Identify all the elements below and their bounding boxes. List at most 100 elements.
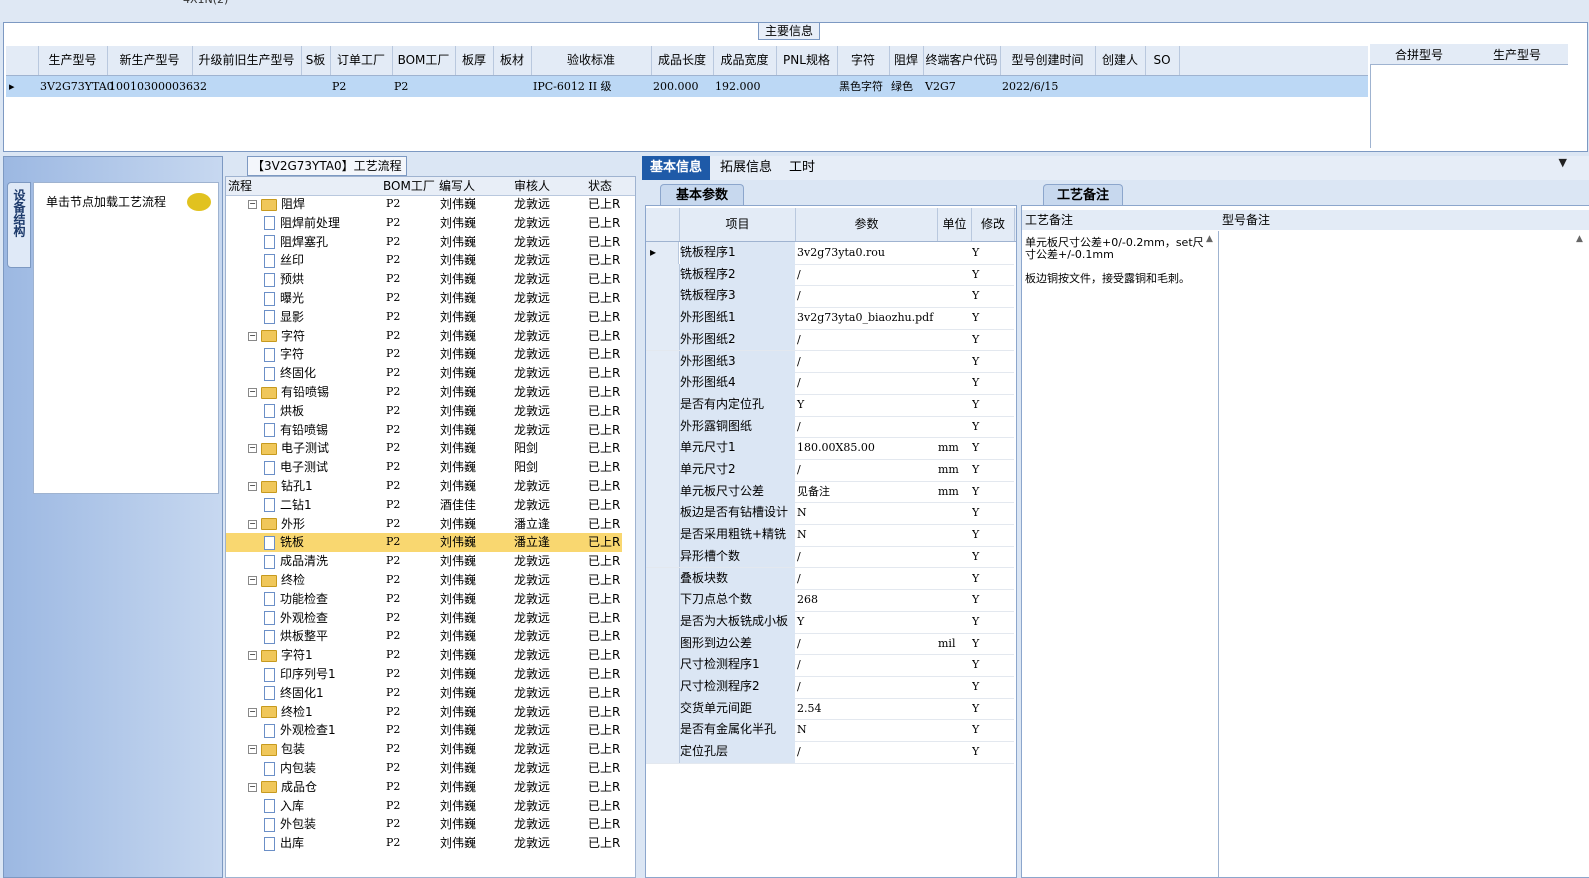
flow-col-header[interactable]: 审核人 xyxy=(514,177,588,195)
main-grid-cell[interactable]: P2 xyxy=(394,76,455,97)
flow-tree-node[interactable]: 电子测试 P2 刘伟巍 阳剑 已上R xyxy=(226,458,622,477)
collapse-toggle-icon[interactable]: − xyxy=(248,576,257,585)
flow-tree-node[interactable]: − 终检1 P2 刘伟巍 龙敦远 已上R xyxy=(226,703,622,722)
param-param-cell[interactable]: / xyxy=(796,741,937,763)
tab-extended-info[interactable]: 拓展信息 xyxy=(712,156,780,180)
main-col-header[interactable]: 成品长度 xyxy=(651,46,714,75)
param-param-cell[interactable]: / xyxy=(796,568,937,590)
param-row[interactable]: 单元尺寸1 180.00X85.00 mm Y xyxy=(646,437,1014,460)
flow-tree-node[interactable]: 成品清洗 P2 刘伟巍 龙敦远 已上R xyxy=(226,552,622,571)
device-structure-panel[interactable]: 单击节点加载工艺流程 xyxy=(33,182,219,494)
param-row[interactable]: 外形露铜图纸 / Y xyxy=(646,415,1014,439)
main-grid-cell[interactable] xyxy=(303,76,330,97)
flow-tree-node[interactable]: − 外形 P2 刘伟巍 潘立逢 已上R xyxy=(226,515,622,534)
flow-tree-node[interactable]: 外观检查 P2 刘伟巍 龙敦远 已上R xyxy=(226,609,622,628)
param-row[interactable]: 是否采用粗铣+精铣 N Y xyxy=(646,524,1014,547)
main-col-header[interactable]: 字符 xyxy=(837,46,890,75)
param-param-cell[interactable]: 180.00X85.00 xyxy=(796,437,937,459)
flow-tree-node[interactable]: 曝光 P2 刘伟巍 龙敦远 已上R xyxy=(226,289,622,308)
param-param-cell[interactable]: 268 xyxy=(796,589,937,611)
basic-params-panel[interactable]: 项目 参数 单位 修改 ▸ 铣板程序1 3v2g73yta0.rou Y 铣板程序2/Y… xyxy=(645,205,1017,878)
param-param-cell[interactable]: 2.54 xyxy=(796,698,937,720)
main-grid-cell[interactable]: 10010300003632 xyxy=(109,76,207,97)
param-param-cell[interactable]: Y xyxy=(796,394,937,416)
param-row[interactable]: 异形槽个数 / Y xyxy=(646,545,1014,569)
flow-tree-node[interactable]: 出库 P2 刘伟巍 龙敦远 已上R xyxy=(226,834,622,853)
param-param-cell[interactable]: 3v2g73yta0.rou xyxy=(796,242,937,264)
collapse-toggle-icon[interactable]: − xyxy=(248,519,257,529)
param-param-cell[interactable]: N xyxy=(796,502,937,524)
main-col-header[interactable]: 成品宽度 xyxy=(713,46,777,75)
collapse-toggle-icon[interactable]: − xyxy=(248,388,257,397)
param-row[interactable]: 外形图纸2/ Y xyxy=(646,328,1014,352)
flow-tree-node[interactable]: 丝印 P2 刘伟巍 龙敦远 已上R xyxy=(226,251,622,270)
main-grid-cell[interactable]: 3V2G73YTA0 xyxy=(40,76,114,97)
param-param-cell[interactable]: / xyxy=(796,264,937,286)
param-param-cell[interactable]: / xyxy=(796,546,937,568)
collapse-toggle-icon[interactable]: − xyxy=(248,745,257,755)
param-row[interactable]: 下刀点总个数 268 Y xyxy=(646,589,1014,612)
main-col-header[interactable]: 新生产型号 xyxy=(107,46,193,75)
main-grid-cell[interactable]: 黑色字符 xyxy=(839,76,889,97)
flow-tree-node[interactable]: − 成品仓 P2 刘伟巍 龙敦远 已上R xyxy=(226,778,622,797)
main-grid-row[interactable]: ▸ 3V2G73YTA0 10010300003632 P2 P2 IPC-6012 II… xyxy=(6,76,1368,97)
flow-tree-node[interactable]: 外观检查1 P2 刘伟巍 龙敦远 已上R xyxy=(226,721,622,740)
main-grid-cell[interactable]: V2G7 xyxy=(925,76,1000,97)
main-col-header[interactable]: 验收标准 xyxy=(531,46,652,75)
main-grid-cell[interactable] xyxy=(1147,76,1179,97)
param-row[interactable]: 是否有金属化半孔 N Y xyxy=(646,719,1014,743)
param-row[interactable]: 图形到边公差 / mil Y xyxy=(646,632,1014,656)
flow-tree-node[interactable]: 有铅喷锡 P2 刘伟巍 龙敦远 已上R xyxy=(226,421,622,440)
main-grid-cell[interactable] xyxy=(495,76,531,97)
model-notes-text-area[interactable]: ▲ xyxy=(1220,231,1588,877)
main-col-header[interactable]: 终端客户代码 xyxy=(923,46,1001,75)
collapse-toggle-icon[interactable]: − xyxy=(248,444,257,454)
main-col-header[interactable]: S板 xyxy=(301,46,331,75)
main-col-header[interactable]: 板材 xyxy=(493,46,532,75)
flow-tree-node[interactable]: 终固化 P2 刘伟巍 龙敦远 已上R xyxy=(226,364,622,383)
flow-tree-node[interactable]: − 有铅喷锡 P2 刘伟巍 龙敦远 已上R xyxy=(226,383,622,402)
param-row[interactable]: 外形图纸3/ Y xyxy=(646,350,1014,374)
collapse-toggle-icon[interactable]: − xyxy=(248,200,257,209)
param-param-cell[interactable]: / xyxy=(796,676,937,698)
param-row[interactable]: 交货单元间距 2.54 Y xyxy=(646,697,1014,721)
param-row[interactable]: 板边是否有钻槽设计 N Y xyxy=(646,502,1014,526)
flow-tree-node[interactable]: 铣板 P2 刘伟巍 潘立逢 已上R xyxy=(226,533,622,553)
process-notes-text-area[interactable]: 单元板尺寸公差+0/-0.2mm，set尺寸公差+/-0.1mm 板边铜按文件，… xyxy=(1022,231,1219,877)
param-param-cell[interactable]: / xyxy=(796,351,937,373)
flow-tree-node[interactable]: − 终检 P2 刘伟巍 龙敦远 已上R xyxy=(226,571,622,590)
param-param-cell[interactable]: / xyxy=(796,654,937,676)
tab-work-hours[interactable]: 工时 xyxy=(781,156,823,180)
param-param-cell[interactable]: / xyxy=(796,633,937,655)
device-structure-tab[interactable]: 设备结构 xyxy=(7,182,31,268)
param-row[interactable]: 外形图纸1 3v2g73yta0_biaozhu.pdf Y xyxy=(646,307,1014,330)
flow-tree-panel[interactable]: 流程 BOM工厂 编写人 审核人 状态 − 阻焊 P2 刘伟巍 龙敦远 已上R 阻焊前处理 P2 刘伟巍… xyxy=(225,176,636,878)
main-col-header[interactable]: 生产型号 xyxy=(38,46,108,75)
flow-tree-node[interactable]: 入库 P2 刘伟巍 龙敦远 已上R xyxy=(226,797,622,816)
flow-tree-node[interactable]: 烘板整平 P2 刘伟巍 龙敦远 已上R xyxy=(226,627,622,646)
flow-tree-node[interactable]: − 电子测试 P2 刘伟巍 阳剑 已上R xyxy=(226,439,622,458)
flow-tree-node[interactable]: 字符 P2 刘伟巍 龙敦远 已上R xyxy=(226,345,622,364)
flow-tree-node[interactable]: 内包装 P2 刘伟巍 龙敦远 已上R xyxy=(226,759,622,778)
main-col-header[interactable]: 创建人 xyxy=(1095,46,1146,75)
main-grid-cell[interactable]: IPC-6012 II 级 xyxy=(533,76,651,97)
tab-dropdown-icon[interactable]: ▼ xyxy=(1559,156,1567,169)
param-row[interactable]: ▸ 铣板程序1 3v2g73yta0.rou Y xyxy=(646,242,1014,265)
param-row[interactable]: 铣板程序2/ Y xyxy=(646,263,1014,287)
main-col-header[interactable]: 订单工厂 xyxy=(330,46,393,75)
collapse-toggle-icon[interactable]: − xyxy=(248,707,257,717)
flow-tree-node[interactable]: 二钻1 P2 酒佳佳 龙敦远 已上R xyxy=(226,496,622,515)
param-param-cell[interactable]: Y xyxy=(796,611,937,633)
main-col-header[interactable]: 型号创建时间 xyxy=(1000,46,1096,75)
flow-tree-node[interactable]: 终固化1 P2 刘伟巍 龙敦远 已上R xyxy=(226,684,622,703)
flow-tree-node[interactable]: 功能检查 P2 刘伟巍 龙敦远 已上R xyxy=(226,590,622,609)
main-grid-cell[interactable]: 192.000 xyxy=(715,76,776,97)
flow-col-header[interactable]: 编写人 xyxy=(439,177,513,195)
param-row[interactable]: 叠板块数 / Y xyxy=(646,567,1014,591)
main-grid-cell[interactable]: 绿色 xyxy=(891,76,923,97)
flow-tree-node[interactable]: 外包装 P2 刘伟巍 龙敦远 已上R xyxy=(226,815,622,834)
main-col-header[interactable]: 阻焊 xyxy=(889,46,924,75)
param-row[interactable]: 单元尺寸2/mm Y xyxy=(646,459,1014,482)
param-param-cell[interactable]: 3v2g73yta0_biaozhu.pdf xyxy=(796,307,937,329)
param-param-cell[interactable]: / xyxy=(796,285,937,307)
